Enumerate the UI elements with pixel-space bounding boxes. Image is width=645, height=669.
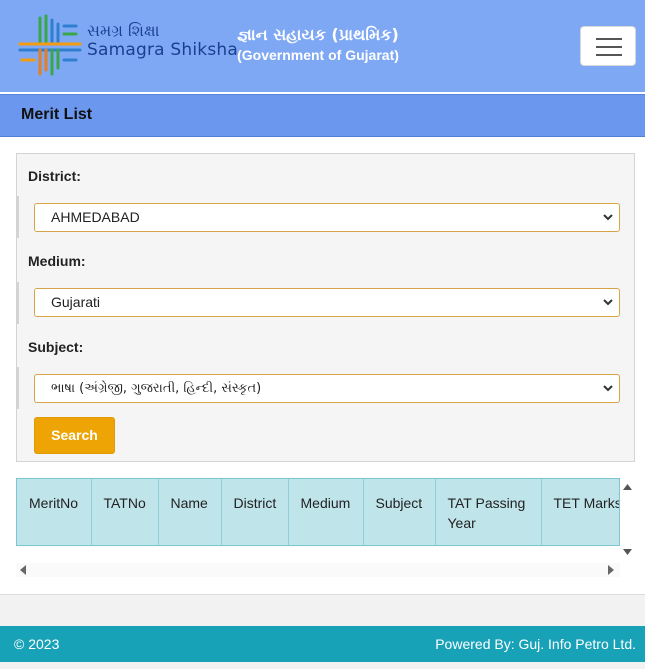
scroll-left-arrow-icon <box>20 565 26 575</box>
district-label: District: <box>28 168 81 184</box>
hamburger-menu-icon <box>596 46 622 48</box>
merit-table: MeritNo TATNo Name District Medium Subje… <box>17 479 619 545</box>
column-header-medium[interactable]: Medium <box>288 479 364 545</box>
horizontal-scrollbar[interactable] <box>16 563 620 577</box>
site-title: જ્ઞાન સહાયક (પ્રાથમિક) (Government of Gu… <box>236 24 400 65</box>
merit-list-bar: Merit List <box>0 94 645 137</box>
merit-table-container: MeritNo TATNo Name District Medium Subje… <box>16 478 620 546</box>
hamburger-menu-icon <box>596 38 622 40</box>
divider <box>17 196 19 238</box>
site-subtitle: (Government of Gujarat) <box>237 47 399 63</box>
powered-by-text: Powered By: Guj. Info Petro Ltd. <box>435 636 636 652</box>
scroll-right-arrow-icon <box>608 565 614 575</box>
scroll-up-arrow-icon <box>623 484 632 490</box>
merit-list-heading: Merit List <box>21 106 93 123</box>
scroll-down-arrow-icon <box>623 549 632 555</box>
divider <box>17 282 19 324</box>
medium-select-value: Gujarati <box>51 294 101 310</box>
divider <box>17 367 19 409</box>
site-footer: © 2023 Powered By: Guj. Info Petro Ltd. <box>0 626 645 662</box>
filter-panel: District: AHMEDABAD Medium: Gujarati Sub… <box>16 153 635 462</box>
column-header-tet-marks[interactable]: TET Marks <box>541 479 619 545</box>
search-button[interactable]: Search <box>34 417 115 454</box>
district-select[interactable]: AHMEDABAD <box>34 203 620 232</box>
footer-bottom-strip <box>0 662 645 669</box>
column-header-meritno[interactable]: MeritNo <box>17 479 92 545</box>
chevron-down-icon <box>603 214 613 221</box>
chevron-down-icon <box>603 299 613 306</box>
content-bottom-area <box>0 594 645 626</box>
logo-text-english: Samagra Shiksha <box>87 40 238 60</box>
vertical-scrollbar[interactable] <box>620 478 635 560</box>
column-header-name[interactable]: Name <box>158 479 222 545</box>
site-header: સમગ્ર શિક્ષા Samagra Shiksha જ્ઞાન સહાયક… <box>0 0 645 92</box>
column-header-subject[interactable]: Subject <box>363 479 436 545</box>
column-header-tatno[interactable]: TATNo <box>91 479 159 545</box>
site-title-gujarati: જ્ઞાન સહાયક (પ્રાથમિક) <box>237 25 399 44</box>
column-header-district[interactable]: District <box>221 479 289 545</box>
menu-toggle-button[interactable] <box>580 26 636 66</box>
medium-label: Medium: <box>28 253 86 269</box>
chevron-down-icon <box>603 385 613 392</box>
subject-label: Subject: <box>28 339 84 355</box>
hamburger-menu-icon <box>596 54 622 56</box>
copyright-text: © 2023 <box>14 636 60 652</box>
samagra-shiksha-logo[interactable] <box>18 14 82 76</box>
logo-text-gujarati: સમગ્ર શિક્ષા <box>87 21 160 40</box>
subject-select[interactable]: ભાષા (અંગ્રેજી, ગુજરાતી, હિન્દી, સંસ્કૃત… <box>34 374 620 403</box>
table-header-row: MeritNo TATNo Name District Medium Subje… <box>17 479 619 545</box>
district-select-value: AHMEDABAD <box>51 209 140 225</box>
column-header-tat-passing-year[interactable]: TAT Passing Year <box>435 479 542 545</box>
subject-select-value: ભાષા (અંગ્રેજી, ગુજરાતી, હિન્દી, સંસ્કૃત… <box>51 381 262 396</box>
logo-text: સમગ્ર શિક્ષા Samagra Shiksha <box>87 22 238 61</box>
medium-select[interactable]: Gujarati <box>34 288 620 317</box>
